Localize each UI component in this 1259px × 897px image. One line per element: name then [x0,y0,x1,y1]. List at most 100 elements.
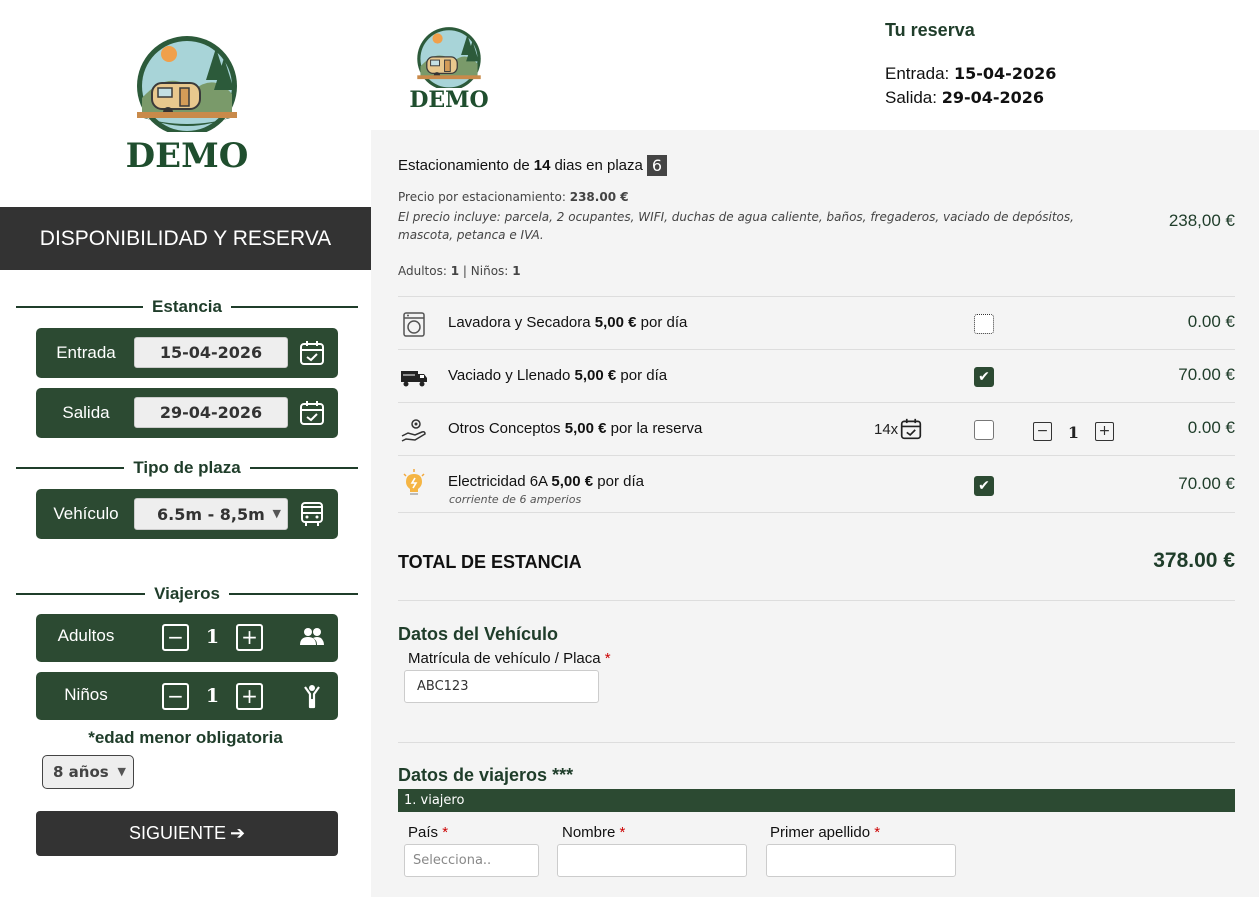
country-label-text: País [408,824,439,841]
entry-date-row: Entrada 15-04-2026 [36,328,338,378]
required-mark: * [874,824,881,841]
brand-logo-small[interactable]: DEMO [409,22,489,112]
surname-label-text: Primer apellido [770,824,871,841]
calendar-icon[interactable] [299,400,325,426]
booking-exit-label: Salida: [885,88,937,107]
section-title-travelers: Viajeros [16,583,358,605]
extra-name: Otros Conceptos 5,00 € por la reserva [448,420,702,437]
people-separator: | [462,264,467,278]
entry-date-input[interactable]: 15-04-2026 [134,337,288,368]
child-icon [299,683,325,709]
vehicle-label: Vehículo [53,504,119,523]
price-includes: El precio incluye: parcela, 2 ocupantes,… [398,210,1074,242]
plaza-badge: 6 [646,155,668,176]
next-button-label: SIGUIENTE [128,823,226,843]
surname-input[interactable] [766,844,956,877]
vehicle-row: Vehículo 6.5m - 8,5m ▼ [36,489,338,539]
people-children-value: 1 [512,264,521,278]
camper-logo-icon [137,36,237,132]
qty-plus-button[interactable]: + [1095,422,1114,441]
users-icon [299,624,325,650]
people-adults-label: Adultos: [398,264,447,278]
adults-plus-button[interactable]: + [236,624,263,651]
extra-title: Lavadora y Secadora [448,314,591,331]
adults-count: 1 [205,626,220,648]
plate-label-text: Matrícula de vehículo / Placa [408,650,601,667]
extra-checkbox[interactable] [974,314,994,334]
extra-name: Vaciado y Llenado 5,00 € por día [448,367,667,384]
surname-label: Primer apellido * [770,824,880,841]
extra-per: por día [620,367,668,384]
plate-label: Matrícula de vehículo / Placa * [408,650,611,667]
price-value: 238.00 € [569,190,629,204]
children-row: Niños − 1 + [36,672,338,720]
parking-text-pre: Estacionamiento de [398,157,530,174]
qty-value: 1 [1067,423,1080,442]
plate-input[interactable]: ABC123 [404,670,599,703]
extra-row: Lavadora y Secadora 5,00 € por día 0.00 … [398,296,1235,349]
extra-total: 70.00 € [1178,474,1235,493]
extra-subtitle: corriente de 6 amperios [449,493,582,506]
travelers-section-title: Datos de viajeros *** [398,765,574,785]
adults-minus-button[interactable]: − [162,624,189,651]
booking-entry-value: 15-04-2026 [954,64,1057,83]
truck-icon [400,363,428,391]
extra-checkbox[interactable]: ✔ [974,367,994,387]
children-plus-button[interactable]: + [236,683,263,710]
section-title-stay-label: Estancia [152,297,222,316]
required-mark: * [442,824,449,841]
extra-name: Electricidad 6A 5,00 € por día [448,473,644,490]
children-label: Niños [64,685,108,704]
extra-row: Otros Conceptos 5,00 € por la reserva 14… [398,402,1235,455]
adults-row: Adultos − 1 + [36,614,338,662]
extra-title: Electricidad 6A [448,473,548,490]
exit-date-label: Salida [62,403,110,422]
children-minus-button[interactable]: − [162,683,189,710]
arrow-right-icon: ➔ [229,823,246,843]
extra-checkbox[interactable] [974,420,994,440]
extra-checkbox[interactable]: ✔ [974,476,994,496]
child-age-select[interactable]: 8 años ▼ [42,755,134,789]
extra-days: 14x [874,418,922,440]
camper-logo-icon [417,27,481,88]
next-button[interactable]: SIGUIENTE ➔ [36,811,338,856]
required-mark: * [604,650,611,667]
service-hand-icon [400,416,428,444]
people-adults-value: 1 [450,264,460,278]
name-input[interactable] [557,844,747,877]
country-select[interactable]: Selecciona.. [404,844,539,877]
lightbulb-icon [400,469,428,497]
required-mark: * [619,824,626,841]
exit-date-input[interactable]: 29-04-2026 [134,397,288,428]
extra-per: por día [640,314,688,331]
name-label-text: Nombre [562,824,616,841]
child-age-value: 8 años [53,763,109,781]
extra-title: Vaciado y Llenado [448,367,571,384]
entry-date-label: Entrada [56,343,116,362]
chevron-down-icon: ▼ [117,765,126,778]
country-label: País * [408,824,448,841]
divider [398,742,1235,743]
sidebar-header: DISPONIBILIDAD Y RESERVA [0,207,371,270]
vehicle-size-select[interactable]: 6.5m - 8,5m ▼ [134,498,288,530]
booking-exit: Salida: 29-04-2026 [885,88,1044,108]
traveler-header: 1. viajero [398,789,1235,812]
booking-title: Tu reserva [885,20,975,40]
people-children-label: Niños: [470,264,509,278]
adults-stepper: − 1 + [162,624,264,652]
calendar-icon [901,418,922,440]
extra-total: 0.00 € [1187,418,1235,437]
parking-days: 14 [533,157,551,174]
extra-total: 0.00 € [1187,312,1235,331]
brand-logo[interactable]: DEMO [124,28,250,178]
extras-list: Lavadora y Secadora 5,00 € por día 0.00 … [398,296,1235,513]
parking-text-mid: dias en plaza [554,157,643,174]
divider [398,600,1235,601]
section-title-travelers-label: Viajeros [154,584,220,603]
extra-qty-stepper: − 1 + [1033,422,1115,442]
qty-minus-button[interactable]: − [1033,422,1052,441]
booking-header: DEMO Tu reserva Entrada: 15-04-2026 Sali… [371,0,1259,130]
parking-summary: Estacionamiento de 14 dias en plaza 6 [398,155,668,176]
children-count: 1 [205,685,220,707]
calendar-icon[interactable] [299,340,325,366]
